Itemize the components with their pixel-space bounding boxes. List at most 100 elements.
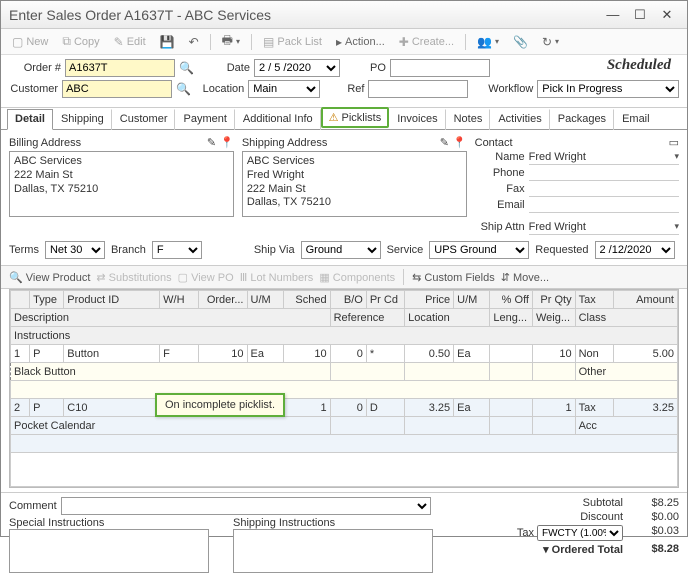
workflow-select[interactable]: Pick In Progress bbox=[537, 80, 679, 98]
order-input[interactable] bbox=[65, 59, 175, 77]
tab-additional[interactable]: Additional Info bbox=[235, 109, 321, 130]
new-button[interactable]: ▢New bbox=[7, 33, 53, 51]
po-input[interactable] bbox=[390, 59, 490, 77]
tab-detail[interactable]: Detail bbox=[7, 109, 53, 130]
tax-select[interactable]: FWCTY (1.00%) bbox=[537, 525, 623, 541]
maximize-button[interactable]: ☐ bbox=[628, 7, 652, 23]
save-button[interactable]: 💾 bbox=[155, 33, 180, 51]
col-loc[interactable]: Location bbox=[405, 309, 490, 327]
print-button[interactable]: 🖶▾ bbox=[217, 29, 245, 54]
col-wh[interactable]: W/H bbox=[160, 291, 198, 309]
terms-select[interactable]: Net 30 bbox=[45, 241, 105, 259]
shipattn[interactable]: Fred Wright▾ bbox=[529, 221, 679, 235]
tab-customer[interactable]: Customer bbox=[112, 109, 176, 130]
workflow-label: Workflow bbox=[480, 83, 533, 95]
tab-activities[interactable]: Activities bbox=[490, 109, 549, 130]
minimize-button[interactable]: — bbox=[601, 7, 625, 22]
location-select[interactable]: Main bbox=[248, 80, 320, 98]
footer: Comment Special Instructions Shipping In… bbox=[1, 492, 687, 579]
billing-pin-icon[interactable]: 📍 bbox=[220, 137, 234, 149]
col-price[interactable]: Price bbox=[405, 291, 454, 309]
copy-button[interactable]: ⧉Copy bbox=[57, 32, 104, 51]
tab-email[interactable]: Email bbox=[614, 109, 658, 130]
billing-edit-icon[interactable]: ✎ bbox=[207, 137, 216, 149]
shipinstr-label: Shipping Instructions bbox=[233, 517, 433, 529]
service-select[interactable]: UPS Ground bbox=[429, 241, 529, 259]
col-bo[interactable]: B/O bbox=[330, 291, 366, 309]
contact-card-icon[interactable]: ▭ bbox=[669, 137, 679, 149]
shipping-edit-icon[interactable]: ✎ bbox=[440, 137, 449, 149]
action-button[interactable]: ▸Action... bbox=[331, 33, 390, 51]
branch-label: Branch bbox=[111, 244, 146, 256]
tab-packages[interactable]: Packages bbox=[550, 109, 614, 130]
shipping-pin-icon[interactable]: 📍 bbox=[453, 137, 467, 149]
edit-icon: ✎ bbox=[114, 35, 124, 49]
tab-shipping[interactable]: Shipping bbox=[53, 109, 112, 130]
col-prcd[interactable]: Pr Cd bbox=[366, 291, 404, 309]
shipping-address[interactable]: ABC Services Fred Wright 222 Main St Dal… bbox=[242, 151, 467, 217]
users-button[interactable]: 👥▾ bbox=[472, 33, 504, 51]
col-desc[interactable]: Description bbox=[11, 309, 331, 327]
customer-input[interactable] bbox=[62, 80, 172, 98]
tab-payment[interactable]: Payment bbox=[175, 109, 234, 130]
lot-numbers-button[interactable]: Ⅲ Lot Numbers bbox=[240, 271, 314, 284]
col-ln[interactable] bbox=[11, 291, 30, 309]
col-um[interactable]: U/M bbox=[247, 291, 283, 309]
packlist-button[interactable]: ▤Pack List bbox=[258, 33, 327, 51]
date-select[interactable]: 2 / 5 /2020 bbox=[254, 59, 340, 77]
view-po-button[interactable]: ▢ View PO bbox=[178, 271, 234, 284]
view-product-button[interactable]: 🔍 View Product bbox=[9, 271, 90, 284]
order-search-icon[interactable]: 🔍 bbox=[179, 61, 194, 75]
move-button[interactable]: ⇵ Move... bbox=[501, 271, 549, 284]
tab-picklists[interactable]: ⚠Picklists bbox=[321, 107, 390, 128]
col-class[interactable]: Class bbox=[575, 309, 677, 327]
col-wei[interactable]: Weig... bbox=[532, 309, 575, 327]
col-ref[interactable]: Reference bbox=[330, 309, 405, 327]
col-tax[interactable]: Tax bbox=[575, 291, 613, 309]
shipping-instructions[interactable] bbox=[233, 529, 433, 573]
new-icon: ▢ bbox=[12, 35, 23, 49]
special-instructions[interactable] bbox=[9, 529, 209, 573]
ordered-total-label[interactable]: ▾ Ordered Total bbox=[503, 543, 623, 556]
branch-select[interactable]: F bbox=[152, 241, 202, 259]
col-sched[interactable]: Sched bbox=[283, 291, 330, 309]
col-len[interactable]: Leng... bbox=[490, 309, 533, 327]
ordered-total-value: $8.28 bbox=[629, 543, 679, 556]
line-grid[interactable]: Type Product ID W/H Order... U/M Sched B… bbox=[9, 289, 679, 488]
create-button[interactable]: ✚Create... bbox=[394, 33, 459, 51]
ref-label: Ref bbox=[336, 83, 364, 95]
comment-label: Comment bbox=[9, 500, 57, 512]
billing-address[interactable]: ABC Services 222 Main St Dallas, TX 7521… bbox=[9, 151, 234, 217]
requested-select[interactable]: 2 /12/2020 bbox=[595, 241, 675, 259]
col-instr[interactable]: Instructions bbox=[11, 327, 678, 345]
contact-fax[interactable] bbox=[529, 183, 679, 197]
contact-email[interactable] bbox=[529, 199, 679, 213]
col-order[interactable]: Order... bbox=[198, 291, 247, 309]
comment-select[interactable] bbox=[61, 497, 431, 515]
col-pid[interactable]: Product ID bbox=[64, 291, 160, 309]
col-type[interactable]: Type bbox=[30, 291, 64, 309]
tab-notes[interactable]: Notes bbox=[446, 109, 491, 130]
dropdown-icon[interactable]: ▾ bbox=[674, 221, 679, 232]
contact-name[interactable]: Fred Wright▾ bbox=[529, 151, 679, 165]
col-off[interactable]: % Off bbox=[490, 291, 533, 309]
tab-invoices[interactable]: Invoices bbox=[389, 109, 445, 130]
close-button[interactable]: ✕ bbox=[655, 7, 679, 23]
dropdown-icon[interactable]: ▾ bbox=[674, 151, 679, 162]
custom-fields-button[interactable]: ⇆ Custom Fields bbox=[412, 271, 495, 284]
copy-icon: ⧉ bbox=[62, 34, 71, 49]
undo-button[interactable]: ↶ bbox=[184, 33, 204, 51]
col-um2[interactable]: U/M bbox=[454, 291, 490, 309]
customer-search-icon[interactable]: 🔍 bbox=[176, 82, 191, 96]
ref-input[interactable] bbox=[368, 80, 468, 98]
contact-phone[interactable] bbox=[529, 167, 679, 181]
shipvia-select[interactable]: Ground bbox=[301, 241, 381, 259]
attach-button[interactable]: 📎 bbox=[508, 33, 533, 51]
refresh-button[interactable]: ↻▾ bbox=[537, 33, 564, 51]
col-prqty[interactable]: Pr Qty bbox=[532, 291, 575, 309]
components-button[interactable]: ▦ Components bbox=[319, 271, 395, 284]
separator bbox=[251, 34, 252, 50]
col-amount[interactable]: Amount bbox=[613, 291, 677, 309]
substitutions-button[interactable]: ⇄ Substitutions bbox=[96, 271, 171, 284]
edit-button[interactable]: ✎Edit bbox=[109, 33, 151, 51]
